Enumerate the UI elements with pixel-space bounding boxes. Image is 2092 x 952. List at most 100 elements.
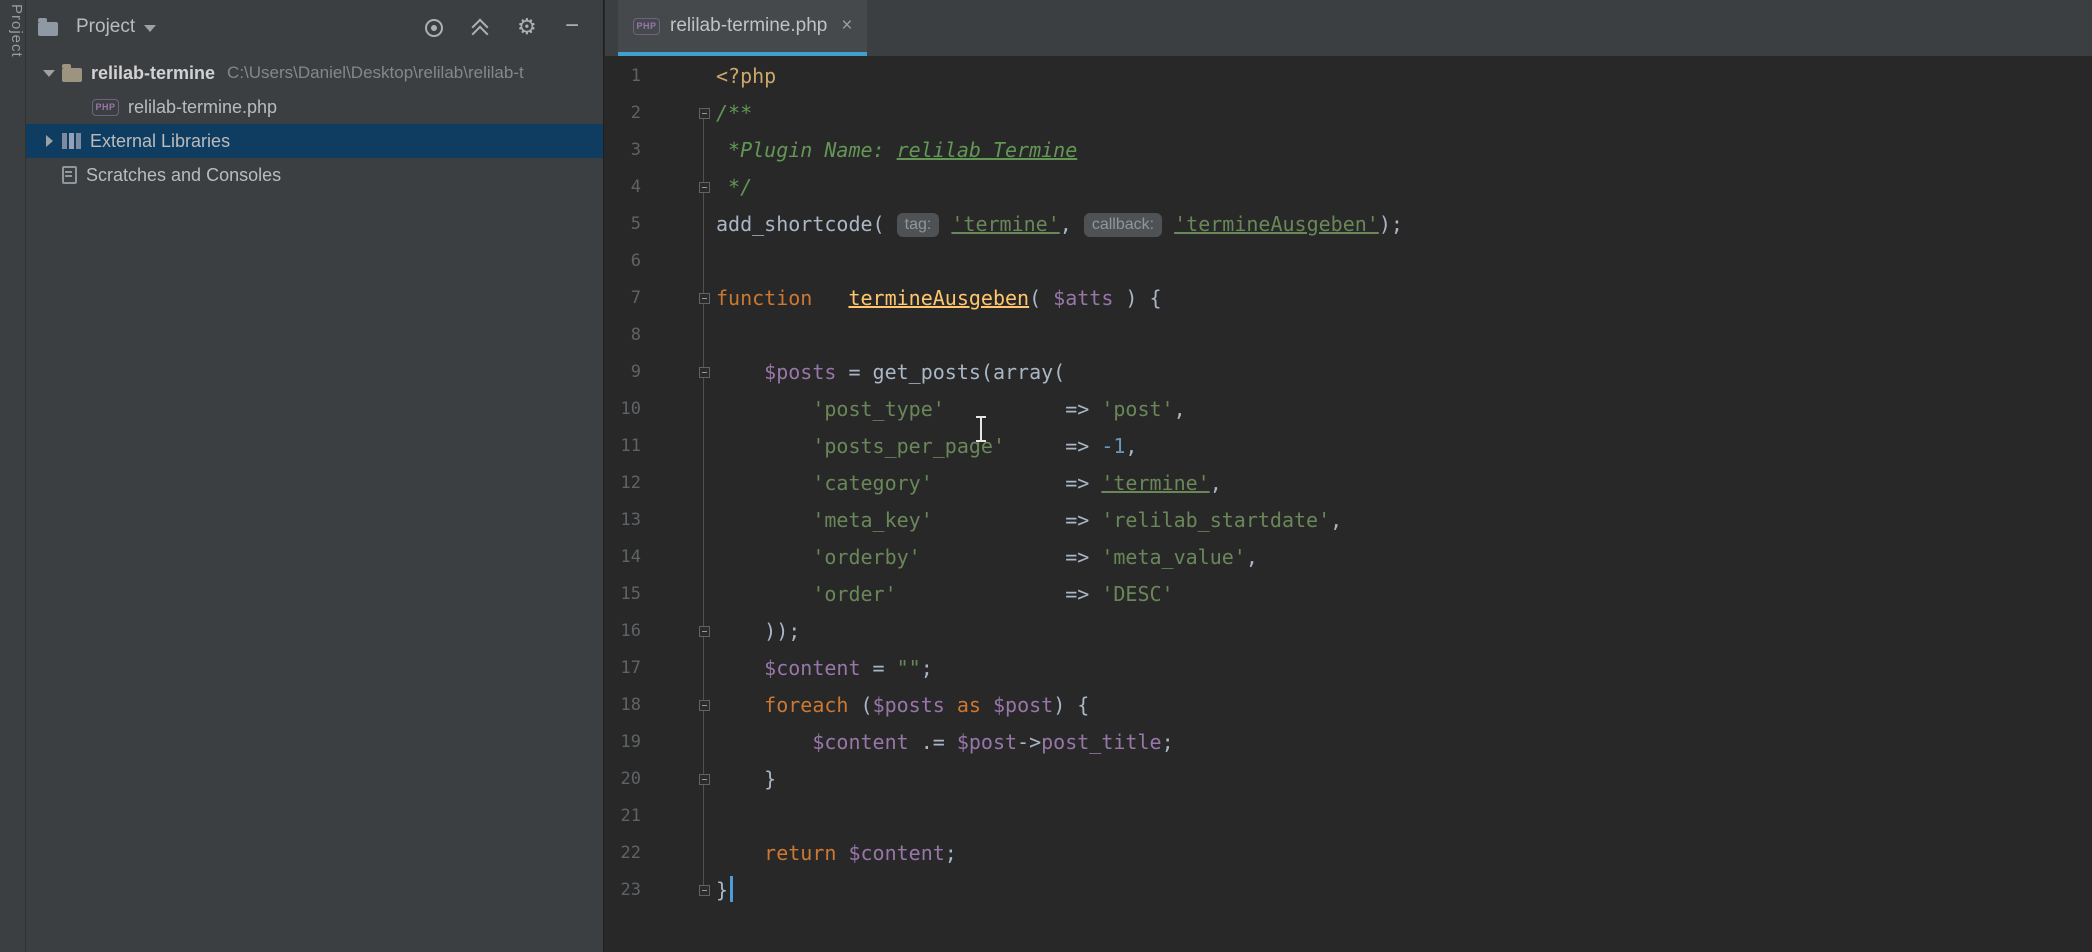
tree-item-relilab-termine[interactable]: relilab-termineC:\Users\Daniel\Desktop\r… (26, 56, 603, 90)
code-token: 'relilab_startdate' (1101, 508, 1330, 532)
code-line-18[interactable]: 18 foreach ($posts as $post) { (605, 687, 2092, 724)
code-token: $posts (764, 360, 836, 384)
fold-marker-icon[interactable] (699, 367, 710, 378)
code-line-5[interactable]: 5add_shortcode( tag: 'termine', callback… (605, 206, 2092, 243)
tree-item-external-libraries[interactable]: External Libraries (26, 124, 603, 158)
line-number[interactable]: 20 (605, 761, 641, 798)
code-line-6[interactable]: 6 (605, 243, 2092, 280)
fold-marker-icon[interactable] (699, 626, 710, 637)
code-text: } (716, 761, 776, 798)
gutter-fold-column (641, 428, 716, 465)
code-text: 'orderby' => 'meta_value', (716, 539, 1258, 576)
code-line-2[interactable]: 2/** (605, 95, 2092, 132)
line-number[interactable]: 11 (605, 428, 641, 465)
line-number[interactable]: 16 (605, 613, 641, 650)
fold-marker-icon[interactable] (699, 885, 710, 896)
hide-panel-icon[interactable] (565, 16, 587, 38)
chevron-down-icon[interactable] (36, 70, 62, 77)
line-number[interactable]: 23 (605, 872, 641, 909)
code-line-9[interactable]: 9 $posts = get_posts(array( (605, 354, 2092, 391)
fold-marker-icon[interactable] (699, 108, 710, 119)
line-number[interactable]: 9 (605, 354, 641, 391)
tool-window-stripe-label[interactable]: Project (0, 4, 25, 58)
code-line-14[interactable]: 14 'orderby' => 'meta_value', (605, 539, 2092, 576)
line-number[interactable]: 3 (605, 132, 641, 169)
code-line-13[interactable]: 13 'meta_key' => 'relilab_startdate', (605, 502, 2092, 539)
code-line-20[interactable]: 20 } (605, 761, 2092, 798)
code-token (945, 693, 957, 717)
gutter-fold-column (641, 539, 716, 576)
code-token: => (897, 582, 1102, 606)
code-area[interactable]: 1 <?php 2/**3 *Plugin Name: relilab Termin… (605, 56, 2092, 909)
code-line-3[interactable]: 3 *Plugin Name: relilab Termine (605, 132, 2092, 169)
code-token (716, 693, 764, 717)
code-token (981, 693, 993, 717)
code-line-23[interactable]: 23} (605, 872, 2092, 909)
code-token: $post (957, 730, 1017, 754)
line-number[interactable]: 21 (605, 798, 641, 835)
libraries-icon (62, 133, 81, 149)
line-number[interactable]: 12 (605, 465, 641, 502)
code-line-19[interactable]: 19 $content .= $post->post_title; (605, 724, 2092, 761)
line-number[interactable]: 7 (605, 280, 641, 317)
collapse-all-icon[interactable] (469, 16, 491, 38)
fold-marker-icon[interactable] (699, 774, 710, 785)
code-line-16[interactable]: 16 )); (605, 613, 2092, 650)
gutter-fold-column (641, 317, 716, 354)
line-number[interactable]: 13 (605, 502, 641, 539)
code-token: , (1125, 434, 1137, 458)
code-token: -> (1017, 730, 1041, 754)
code-token: "" (897, 656, 921, 680)
line-number[interactable]: 1 (605, 58, 641, 95)
code-line-4[interactable]: 4 */ (605, 169, 2092, 206)
code-line-21[interactable]: 21 (605, 798, 2092, 835)
code-line-1[interactable]: 1 <?php (605, 58, 2092, 95)
line-number[interactable]: 22 (605, 835, 641, 872)
line-number[interactable]: 8 (605, 317, 641, 354)
chevron-down-icon[interactable] (144, 25, 156, 32)
gutter-fold-column (641, 58, 716, 95)
code-token: } (716, 767, 776, 791)
code-line-10[interactable]: 10 'post_type' => 'post', (605, 391, 2092, 428)
code-token (716, 841, 764, 865)
code-token: */ (716, 175, 752, 199)
chevron-right-icon[interactable] (36, 135, 62, 147)
code-token: } (716, 878, 728, 902)
line-number[interactable]: 15 (605, 576, 641, 613)
line-number[interactable]: 14 (605, 539, 641, 576)
tree-item-relilab-termine-php[interactable]: relilab-termine.php (26, 90, 603, 124)
line-number[interactable]: 19 (605, 724, 641, 761)
project-panel-title[interactable]: Project (76, 16, 135, 38)
code-token (716, 656, 764, 680)
code-token: ; (1162, 730, 1174, 754)
tree-item-scratches-and-consoles[interactable]: Scratches and Consoles (26, 158, 603, 192)
line-number[interactable]: 6 (605, 243, 641, 280)
line-number[interactable]: 10 (605, 391, 641, 428)
line-number[interactable]: 18 (605, 687, 641, 724)
settings-gear-icon[interactable] (517, 16, 539, 38)
code-text: foreach ($posts as $post) { (716, 687, 1089, 724)
code-token: => (1005, 434, 1101, 458)
code-token (716, 508, 812, 532)
code-token: <?php (716, 64, 776, 88)
code-line-17[interactable]: 17 $content = ""; (605, 650, 2092, 687)
tab-relilab-termine-php[interactable]: relilab-termine.php × (618, 0, 867, 56)
line-number[interactable]: 2 (605, 95, 641, 132)
line-number[interactable]: 5 (605, 206, 641, 243)
code-text: function termineAusgeben( $atts ) { (716, 280, 1162, 317)
code-line-7[interactable]: 7 function termineAusgeben( $atts ) { (605, 280, 2092, 317)
code-line-22[interactable]: 22 return $content; (605, 835, 2092, 872)
close-icon[interactable]: × (841, 15, 852, 37)
php-file-icon (633, 18, 660, 35)
code-line-12[interactable]: 12 'category' => 'termine', (605, 465, 2092, 502)
fold-marker-icon[interactable] (699, 700, 710, 711)
line-number[interactable]: 4 (605, 169, 641, 206)
line-number[interactable]: 17 (605, 650, 641, 687)
gutter-fold-column (641, 761, 716, 798)
code-line-11[interactable]: 11 'posts_per_page' => -1, (605, 428, 2092, 465)
fold-marker-icon[interactable] (699, 293, 710, 304)
locate-icon[interactable] (425, 19, 443, 37)
fold-marker-icon[interactable] (699, 182, 710, 193)
code-line-8[interactable]: 8 (605, 317, 2092, 354)
code-line-15[interactable]: 15 'order' => 'DESC' (605, 576, 2092, 613)
